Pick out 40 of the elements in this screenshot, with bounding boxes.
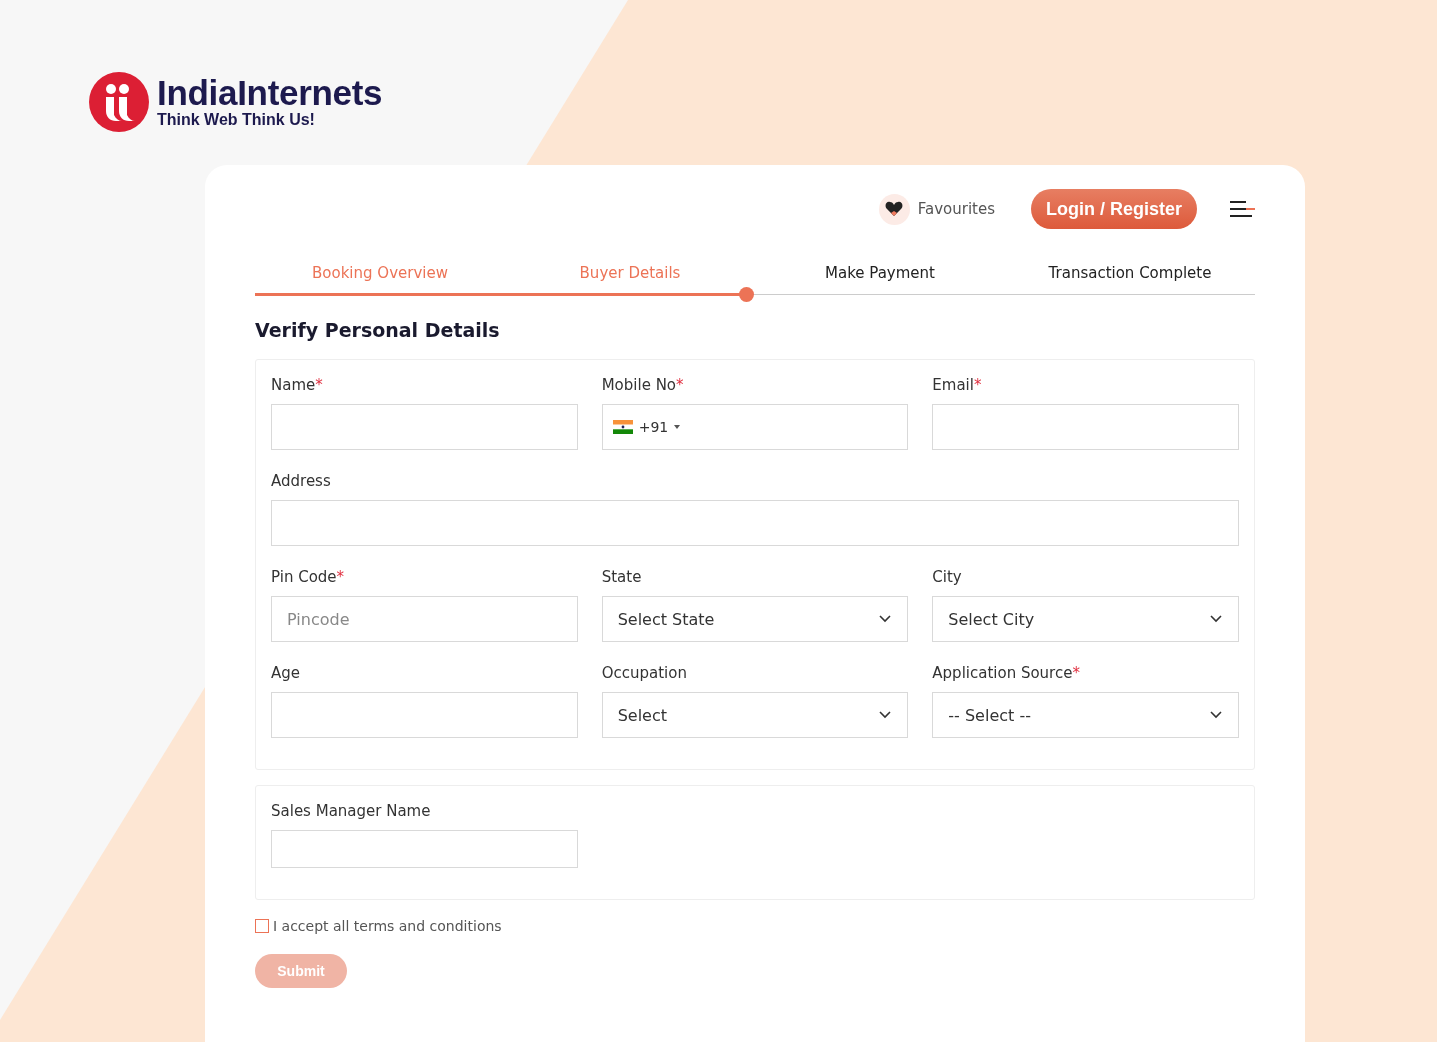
field-label: State	[601, 568, 643, 586]
text-input[interactable]	[271, 404, 578, 450]
select-dropdown[interactable]: Select State	[601, 596, 909, 642]
menu-icon[interactable]	[1229, 200, 1255, 218]
brand-name: IndiaInternets	[157, 75, 383, 111]
logo-icon	[89, 72, 149, 132]
dropdown-caret-icon	[674, 425, 681, 429]
section-heading: Verify Personal Details	[255, 319, 501, 341]
text-input[interactable]	[271, 692, 578, 738]
progress-dot	[739, 287, 754, 302]
field-label: Address	[271, 472, 332, 490]
field-label: Occupation	[601, 664, 688, 682]
chevron-down-icon	[879, 615, 892, 623]
select-dropdown[interactable]: Select	[601, 692, 909, 738]
brand-tagline: Think Web Think Us!	[157, 111, 316, 129]
step-tab[interactable]: Make Payment	[755, 264, 1005, 282]
field-label: Application Source*	[932, 664, 1081, 682]
chevron-down-icon	[1210, 711, 1222, 719]
field-label: City	[932, 568, 963, 586]
field-label: Pin Code*	[271, 568, 346, 586]
text-input[interactable]	[271, 830, 578, 868]
field-label: Name*	[271, 376, 324, 394]
chevron-down-icon	[1210, 615, 1222, 623]
field-label: Email*	[932, 376, 983, 394]
favourites-link[interactable]: Favourites	[878, 193, 995, 225]
india-flag-icon	[612, 420, 633, 434]
text-input[interactable]	[932, 404, 1239, 450]
chevron-down-icon	[879, 711, 892, 719]
step-tab[interactable]: Transaction Complete	[1005, 264, 1255, 282]
field-label: Age	[271, 664, 301, 682]
select-dropdown[interactable]: Select City	[932, 596, 1239, 642]
country-code: +91	[638, 419, 669, 435]
field-label: Mobile No*	[601, 376, 685, 394]
terms-label: I accept all terms and conditions	[273, 918, 502, 934]
text-input[interactable]: Pincode	[271, 596, 578, 642]
field-label: Sales Manager Name	[271, 802, 432, 820]
terms-checkbox[interactable]	[255, 919, 269, 933]
phone-input[interactable]: +91	[601, 404, 909, 450]
select-dropdown[interactable]: -- Select --	[932, 692, 1239, 738]
text-input[interactable]	[271, 500, 1239, 546]
